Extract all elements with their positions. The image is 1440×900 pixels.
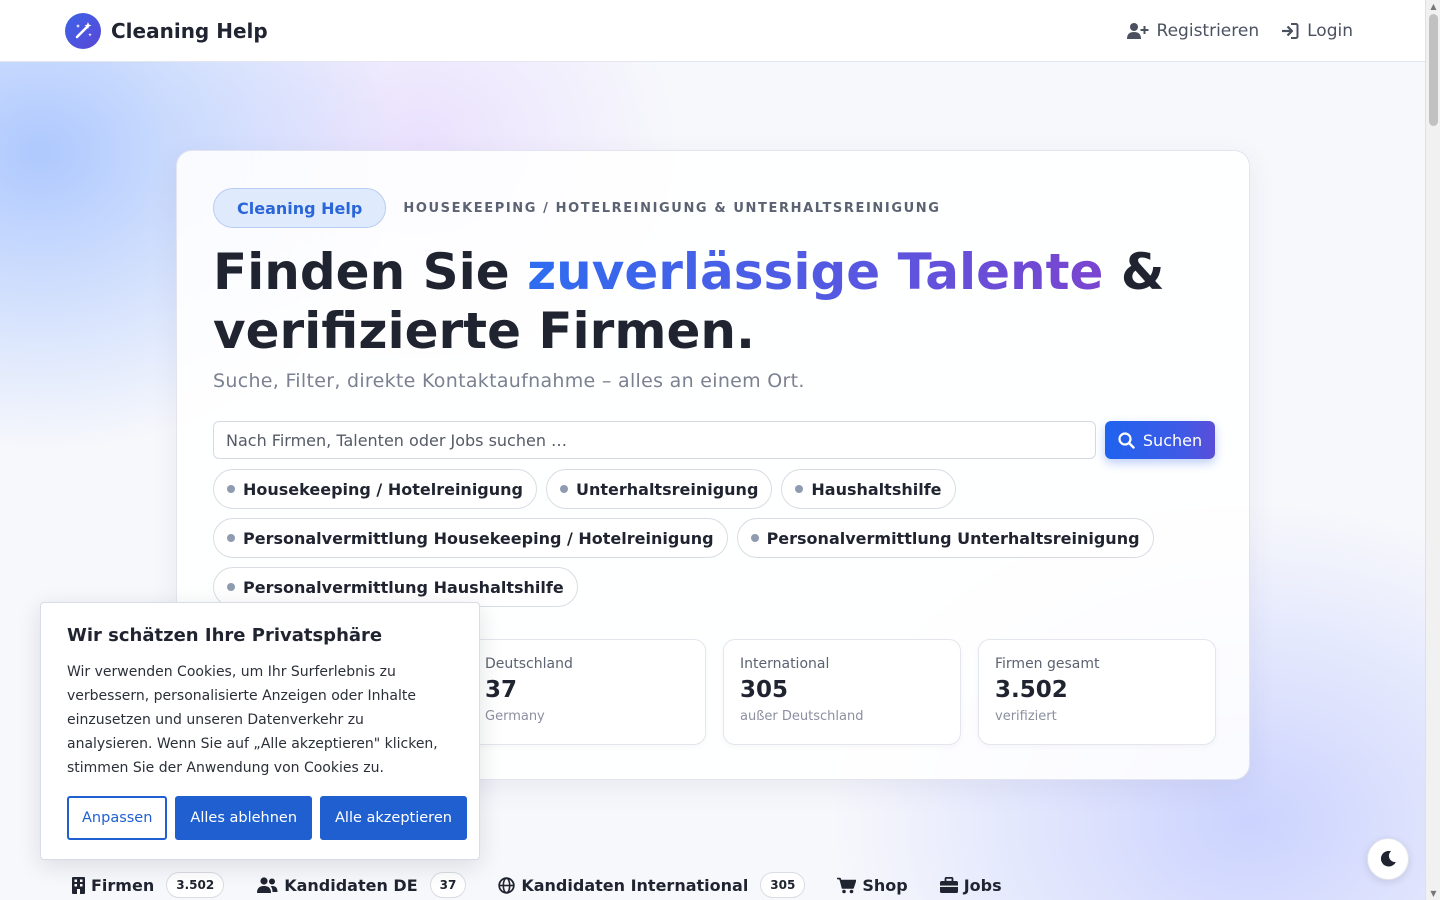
- user-plus-icon: [1126, 22, 1149, 39]
- chip-label: Unterhaltsreinigung: [575, 479, 759, 499]
- moon-icon: [1380, 850, 1396, 867]
- chip-dot: [750, 534, 759, 542]
- cookie-actions: Anpassen Alles ablehnen Alle akzeptieren: [67, 796, 467, 840]
- tab-label: Kandidaten International: [521, 875, 749, 895]
- chip-pv-haushaltshilfe[interactable]: Personalvermittlung Haushaltshilfe: [213, 567, 578, 607]
- stat-value: 3.502: [995, 677, 1068, 703]
- chip-dot: [227, 583, 235, 591]
- hero-subline: Suche, Filter, direkte Kontaktaufnahme –…: [213, 370, 805, 392]
- chip-haushaltshilfe[interactable]: Haushaltshilfe: [781, 469, 956, 509]
- search-bar: Suchen: [213, 421, 1215, 459]
- register-label: Registrieren: [1156, 20, 1260, 41]
- chip-label: Haushaltshilfe: [811, 479, 942, 499]
- tab-firmen[interactable]: Firmen 3.502: [72, 872, 225, 898]
- category-eyebrow: HOUSEKEEPING / HOTELREINIGUNG & UNTERHAL…: [403, 200, 941, 216]
- chip-label: Personalvermittlung Unterhaltsreinigung: [766, 528, 1140, 548]
- page-scrollbar[interactable]: ▲ ▼: [1425, 0, 1440, 900]
- headline-highlight: zuverlässige Talente: [527, 243, 1104, 301]
- stat-label: International: [740, 656, 830, 672]
- chip-dot: [559, 485, 568, 493]
- cookie-accept-button[interactable]: Alle akzeptieren: [320, 796, 467, 840]
- tab-count-badge: 3.502: [166, 872, 225, 898]
- search-button[interactable]: Suchen: [1105, 421, 1215, 459]
- register-link[interactable]: Registrieren: [1126, 20, 1260, 41]
- chip-label: Personalvermittlung Haushaltshilfe: [243, 577, 564, 597]
- tab-shop[interactable]: Shop: [837, 875, 908, 895]
- building-icon: [72, 876, 85, 894]
- scroll-down-arrow-icon[interactable]: ▼: [1429, 889, 1438, 898]
- cookie-text: Wir verwenden Cookies, um Ihr Surferlebn…: [67, 664, 438, 776]
- chip-dot: [227, 534, 235, 542]
- chip-unterhaltsreinigung[interactable]: Unterhaltsreinigung: [545, 469, 773, 509]
- tab-kandidaten-international[interactable]: Kandidaten International 305: [498, 872, 806, 898]
- brand-pill: Cleaning Help: [213, 188, 387, 228]
- headline-pre: Finden Sie: [213, 243, 528, 301]
- category-chips: Housekeeping / Hotelreinigung Unterhalts…: [213, 469, 1223, 607]
- header-nav: Registrieren Login: [1126, 20, 1353, 41]
- chip-label: Personalvermittlung Housekeeping / Hotel…: [243, 528, 714, 548]
- cookie-reject-button[interactable]: Alles ablehnen: [175, 796, 313, 840]
- stat-sub: außer Deutschland: [740, 709, 864, 724]
- chip-label: Housekeeping / Hotelreinigung: [243, 479, 523, 499]
- login-link[interactable]: Login: [1281, 21, 1353, 41]
- stat-card-firmen: Firmen gesamt 3.502 verifiziert: [978, 639, 1216, 745]
- brand-name: Cleaning Help: [111, 18, 268, 43]
- dark-mode-toggle[interactable]: [1367, 838, 1409, 880]
- search-icon: [1118, 431, 1135, 449]
- tab-count-badge: 37: [429, 872, 467, 898]
- chip-dot: [795, 485, 804, 493]
- stat-label: Firmen gesamt: [995, 656, 1100, 672]
- chip-dot: [227, 485, 235, 493]
- login-label: Login: [1307, 20, 1353, 41]
- chip-pv-housekeeping[interactable]: Personalvermittlung Housekeeping / Hotel…: [213, 518, 728, 558]
- hero-headline: Finden Sie zuverlässige Talente & verifi…: [213, 243, 1213, 361]
- users-icon: [257, 877, 278, 893]
- briefcase-icon: [939, 877, 958, 893]
- tab-label: Kandidaten DE: [284, 875, 418, 895]
- site-header: Cleaning Help Registrieren Login: [0, 0, 1425, 62]
- stat-card-deutschland: Deutschland 37 Germany: [468, 639, 706, 745]
- sign-in-icon: [1282, 22, 1299, 39]
- stat-sub: Germany: [485, 709, 545, 724]
- cart-icon: [837, 877, 857, 893]
- stat-sub: verifiziert: [995, 709, 1057, 724]
- globe-icon: [498, 876, 516, 894]
- stat-value: 305: [740, 677, 789, 703]
- stat-value: 37: [485, 677, 518, 703]
- search-button-label: Suchen: [1142, 430, 1203, 450]
- cookie-customize-button[interactable]: Anpassen: [67, 796, 168, 840]
- section-tabs: Firmen 3.502 Kandidaten DE 37 Kandidaten…: [72, 872, 1002, 898]
- chip-pv-unterhaltsreinigung[interactable]: Personalvermittlung Unterhaltsreinigung: [736, 518, 1154, 558]
- tab-jobs[interactable]: Jobs: [939, 875, 1002, 895]
- search-input[interactable]: [213, 421, 1096, 459]
- tab-kandidaten-de[interactable]: Kandidaten DE 37: [256, 872, 467, 898]
- chip-housekeeping[interactable]: Housekeeping / Hotelreinigung: [213, 469, 537, 509]
- tab-label: Jobs: [963, 875, 1002, 895]
- cookie-title: Wir schätzen Ihre Privatsphäre: [67, 625, 383, 646]
- hero-eyebrow: Cleaning Help HOUSEKEEPING / HOTELREINIG…: [213, 188, 941, 228]
- stat-label: Deutschland: [485, 656, 573, 672]
- scrollbar-thumb[interactable]: [1429, 14, 1438, 126]
- stat-card-international: International 305 außer Deutschland: [723, 639, 961, 745]
- magic-wand-icon: [65, 12, 101, 49]
- cookie-banner: Wir schätzen Ihre Privatsphäre Wir verwe…: [40, 602, 480, 860]
- tab-label: Shop: [862, 875, 908, 895]
- tab-count-badge: 305: [760, 872, 806, 898]
- scroll-up-arrow-icon[interactable]: ▲: [1429, 2, 1438, 11]
- tab-label: Firmen: [91, 875, 155, 895]
- brand[interactable]: Cleaning Help: [65, 12, 268, 49]
